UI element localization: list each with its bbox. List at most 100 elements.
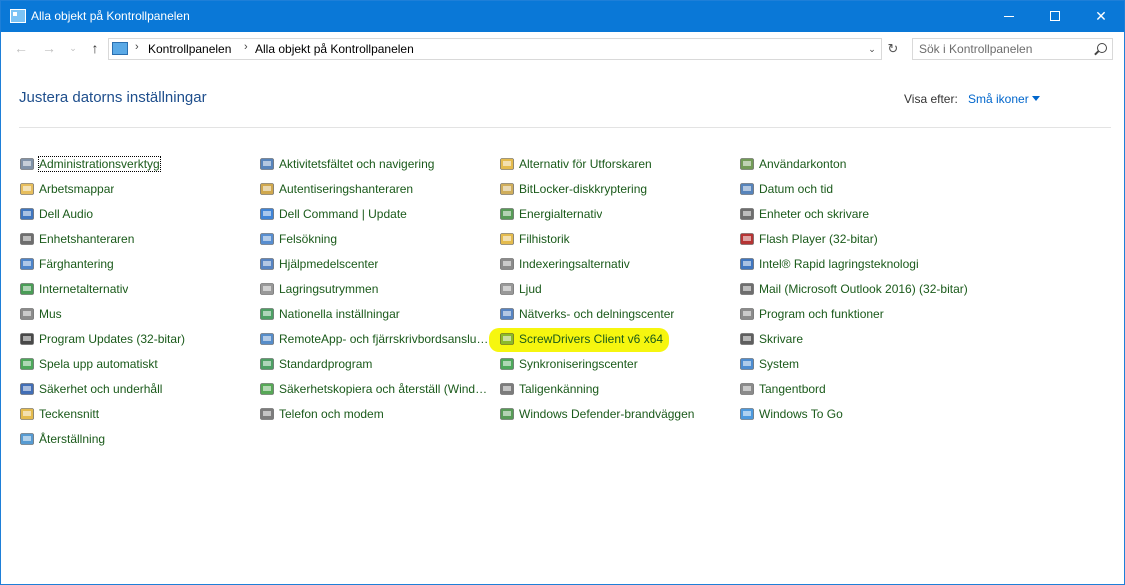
control-panel-item[interactable]: Mus <box>19 304 249 324</box>
control-panel-item-label[interactable]: Indexeringsalternativ <box>519 257 630 271</box>
breadcrumb-separator-icon[interactable]: › <box>135 41 139 53</box>
control-panel-item[interactable]: Dell Audio <box>19 204 249 224</box>
control-panel-item-label[interactable]: Hjälpmedelscenter <box>279 257 378 271</box>
control-panel-item-label[interactable]: Tangentbord <box>759 382 826 396</box>
control-panel-item[interactable]: Nätverks- och delningscenter <box>499 304 729 324</box>
control-panel-item-label[interactable]: Återställning <box>39 432 105 446</box>
control-panel-item[interactable]: Taligenkänning <box>499 379 729 399</box>
control-panel-item-label[interactable]: Dell Audio <box>39 207 93 221</box>
control-panel-item-label[interactable]: Intel® Rapid lagringsteknologi <box>759 257 919 271</box>
control-panel-item[interactable]: System <box>739 354 969 374</box>
search-input[interactable] <box>919 41 1079 57</box>
control-panel-item-label[interactable]: Internetalternativ <box>39 282 128 296</box>
control-panel-item-label[interactable]: Datum och tid <box>759 182 833 196</box>
control-panel-item[interactable]: Skrivare <box>739 329 969 349</box>
control-panel-item[interactable]: Färghantering <box>19 254 249 274</box>
back-arrow-icon[interactable]: ← <box>11 38 31 58</box>
control-panel-item-label[interactable]: BitLocker-diskkryptering <box>519 182 647 196</box>
control-panel-item[interactable]: Enhetshanteraren <box>19 229 249 249</box>
control-panel-item-label[interactable]: Synkroniseringscenter <box>519 357 638 371</box>
control-panel-item-label[interactable]: Enhetshanteraren <box>39 232 134 246</box>
control-panel-item[interactable]: Enheter och skrivare <box>739 204 969 224</box>
control-panel-item[interactable]: Energialternativ <box>499 204 729 224</box>
control-panel-item[interactable]: Felsökning <box>259 229 489 249</box>
control-panel-item[interactable]: Säkerhet och underhåll <box>19 379 249 399</box>
control-panel-item[interactable]: Dell Command | Update <box>259 204 489 224</box>
search-icon[interactable] <box>1097 43 1107 53</box>
control-panel-item[interactable]: Program och funktioner <box>739 304 969 324</box>
control-panel-item[interactable]: Aktivitetsfältet och navigering <box>259 154 489 174</box>
close-button[interactable]: ✕ <box>1078 1 1124 32</box>
control-panel-item-label[interactable]: Administrationsverktyg <box>38 156 161 172</box>
control-panel-item-label[interactable]: Taligenkänning <box>519 382 599 396</box>
control-panel-item-label[interactable]: Alternativ för Utforskaren <box>519 157 652 171</box>
control-panel-item-label[interactable]: Säkerhet och underhåll <box>39 382 162 396</box>
control-panel-item-label[interactable]: Standardprogram <box>279 357 372 371</box>
chevron-down-icon[interactable] <box>1032 96 1040 101</box>
control-panel-item-label[interactable]: Flash Player (32-bitar) <box>759 232 878 246</box>
control-panel-item[interactable]: Intel® Rapid lagringsteknologi <box>739 254 969 274</box>
refresh-icon[interactable]: ↻ <box>882 38 904 60</box>
control-panel-item-label[interactable]: Telefon och modem <box>279 407 384 421</box>
control-panel-item-label[interactable]: Nätverks- och delningscenter <box>519 307 674 321</box>
minimize-button[interactable] <box>986 1 1032 32</box>
control-panel-item[interactable]: Hjälpmedelscenter <box>259 254 489 274</box>
control-panel-item-label[interactable]: Spela upp automatiskt <box>39 357 158 371</box>
control-panel-item[interactable]: BitLocker-diskkryptering <box>499 179 729 199</box>
control-panel-item[interactable]: Teckensnitt <box>19 404 249 424</box>
control-panel-item-label[interactable]: Autentiseringshanteraren <box>279 182 413 196</box>
control-panel-item-label[interactable]: Skrivare <box>759 332 803 346</box>
control-panel-item-label[interactable]: Nationella inställningar <box>279 307 400 321</box>
control-panel-item[interactable]: Program Updates (32-bitar) <box>19 329 249 349</box>
control-panel-item[interactable]: Windows Defender-brandväggen <box>499 404 729 424</box>
control-panel-item[interactable]: Lagringsutrymmen <box>259 279 489 299</box>
control-panel-item-label[interactable]: RemoteApp- och fjärrskrivbordsanslutning… <box>279 332 489 346</box>
control-panel-item[interactable]: Användarkonton <box>739 154 969 174</box>
control-panel-item[interactable]: Administrationsverktyg <box>19 154 249 174</box>
control-panel-item-label[interactable]: Mail (Microsoft Outlook 2016) (32-bitar) <box>759 282 968 296</box>
control-panel-item[interactable]: Autentiseringshanteraren <box>259 179 489 199</box>
control-panel-item-label[interactable]: Windows To Go <box>759 407 843 421</box>
breadcrumb-kontrollpanelen[interactable]: Kontrollpanelen <box>148 42 231 56</box>
breadcrumb-all-items[interactable]: Alla objekt på Kontrollpanelen <box>255 42 414 56</box>
control-panel-item[interactable]: Ljud <box>499 279 729 299</box>
control-panel-item[interactable]: Arbetsmappar <box>19 179 249 199</box>
control-panel-item[interactable]: Alternativ för Utforskaren <box>499 154 729 174</box>
control-panel-item[interactable]: Säkerhetskopiera och återställ (Windows … <box>259 379 489 399</box>
control-panel-item-label[interactable]: Användarkonton <box>759 157 846 171</box>
control-panel-item[interactable]: Återställning <box>19 429 249 449</box>
control-panel-item-label[interactable]: Enheter och skrivare <box>759 207 869 221</box>
control-panel-item[interactable]: Internetalternativ <box>19 279 249 299</box>
control-panel-item[interactable]: RemoteApp- och fjärrskrivbordsanslutning… <box>259 329 489 349</box>
control-panel-item[interactable]: Windows To Go <box>739 404 969 424</box>
forward-arrow-icon[interactable]: → <box>39 38 59 58</box>
control-panel-item[interactable]: Flash Player (32-bitar) <box>739 229 969 249</box>
control-panel-item-label[interactable]: Aktivitetsfältet och navigering <box>279 157 434 171</box>
control-panel-item-label[interactable]: ScrewDrivers Client v6 x64 <box>519 332 663 346</box>
view-by-dropdown[interactable]: Små ikoner <box>968 92 1029 106</box>
control-panel-item-label[interactable]: Dell Command | Update <box>279 207 407 221</box>
control-panel-item[interactable]: Telefon och modem <box>259 404 489 424</box>
maximize-button[interactable] <box>1032 1 1078 32</box>
control-panel-item-label[interactable]: Ljud <box>519 282 542 296</box>
control-panel-item-label[interactable]: Filhistorik <box>519 232 570 246</box>
control-panel-item-label[interactable]: Arbetsmappar <box>39 182 114 196</box>
control-panel-item-label[interactable]: Mus <box>39 307 62 321</box>
control-panel-item-label[interactable]: Färghantering <box>39 257 114 271</box>
control-panel-item[interactable]: Mail (Microsoft Outlook 2016) (32-bitar) <box>739 279 969 299</box>
control-panel-item[interactable]: Standardprogram <box>259 354 489 374</box>
control-panel-item-label[interactable]: Program och funktioner <box>759 307 884 321</box>
chevron-down-icon[interactable]: ⌄ <box>863 39 881 59</box>
control-panel-item[interactable]: Indexeringsalternativ <box>499 254 729 274</box>
control-panel-item[interactable]: Datum och tid <box>739 179 969 199</box>
control-panel-item-label[interactable]: Energialternativ <box>519 207 602 221</box>
control-panel-item-label[interactable]: System <box>759 357 799 371</box>
control-panel-item-label[interactable]: Teckensnitt <box>39 407 99 421</box>
control-panel-item[interactable]: Spela upp automatiskt <box>19 354 249 374</box>
control-panel-item-label[interactable]: Lagringsutrymmen <box>279 282 378 296</box>
up-arrow-icon[interactable]: ↑ <box>85 38 105 58</box>
control-panel-item[interactable]: Nationella inställningar <box>259 304 489 324</box>
control-panel-item-label[interactable]: Säkerhetskopiera och återställ (Windows … <box>279 382 489 396</box>
breadcrumb-separator-icon[interactable]: › <box>244 41 248 53</box>
control-panel-item[interactable]: Tangentbord <box>739 379 969 399</box>
